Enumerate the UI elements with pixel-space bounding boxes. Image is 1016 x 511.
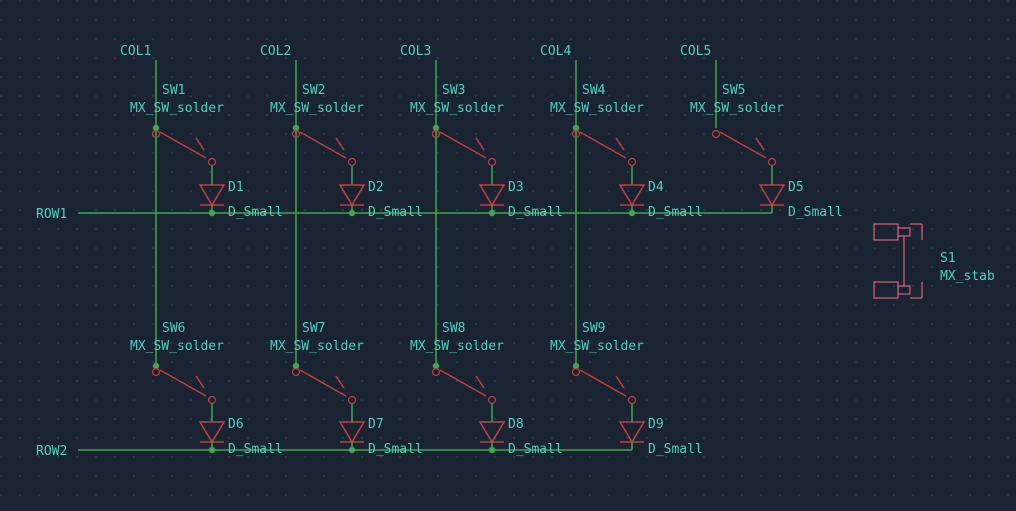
net-label-col2: COL2 bbox=[260, 44, 291, 59]
diode-value: D_Small bbox=[648, 205, 703, 220]
net-label-col3: COL3 bbox=[400, 44, 431, 59]
schematic-canvas[interactable]: SW1 MX_SW_solder D1 D_Small SW2 MX_SW_solder D… bbox=[0, 0, 1016, 511]
switch-ref: SW3 bbox=[442, 83, 465, 98]
net-label-row2: ROW2 bbox=[36, 444, 67, 459]
diode-ref: D3 bbox=[508, 180, 524, 195]
switch-value: MX_SW_solder bbox=[130, 101, 224, 116]
switch-ref: SW7 bbox=[302, 321, 325, 336]
net-label-col5: COL5 bbox=[680, 44, 711, 59]
diode-value: D_Small bbox=[368, 442, 423, 457]
diode-ref: D5 bbox=[788, 180, 804, 195]
switch-value: MX_SW_solder bbox=[410, 101, 504, 116]
diode-ref: D6 bbox=[228, 417, 244, 432]
switch-ref: SW4 bbox=[582, 83, 606, 98]
diode-value: D_Small bbox=[228, 442, 283, 457]
diode-value: D_Small bbox=[508, 442, 563, 457]
switch-value: MX_SW_solder bbox=[550, 339, 644, 354]
diode-value: D_Small bbox=[228, 205, 283, 220]
net-label-row1: ROW1 bbox=[36, 207, 67, 222]
diode-ref: D2 bbox=[368, 180, 384, 195]
diode-ref: D9 bbox=[648, 417, 664, 432]
switch-ref: SW2 bbox=[302, 83, 325, 98]
switch-value: MX_SW_solder bbox=[550, 101, 644, 116]
stab-value: MX_stab bbox=[940, 269, 995, 284]
diode-value: D_Small bbox=[648, 442, 703, 457]
switch-ref: SW8 bbox=[442, 321, 465, 336]
diode-value: D_Small bbox=[368, 205, 423, 220]
diode-ref: D8 bbox=[508, 417, 524, 432]
switch-value: MX_SW_solder bbox=[410, 339, 504, 354]
switch-ref: SW5 bbox=[722, 83, 745, 98]
switch-ref: SW6 bbox=[162, 321, 185, 336]
switch-value: MX_SW_solder bbox=[270, 339, 364, 354]
diode-value: D_Small bbox=[788, 205, 843, 220]
diode-ref: D4 bbox=[648, 180, 664, 195]
net-label-col1: COL1 bbox=[120, 44, 151, 59]
switch-value: MX_SW_solder bbox=[690, 101, 784, 116]
switch-ref: SW1 bbox=[162, 83, 185, 98]
switch-value: MX_SW_solder bbox=[270, 101, 364, 116]
diode-ref: D7 bbox=[368, 417, 384, 432]
switch-value: MX_SW_solder bbox=[130, 339, 224, 354]
diode-ref: D1 bbox=[228, 180, 244, 195]
stab-ref: S1 bbox=[940, 251, 956, 266]
diode-value: D_Small bbox=[508, 205, 563, 220]
switch-ref: SW9 bbox=[582, 321, 605, 336]
net-label-col4: COL4 bbox=[540, 44, 571, 59]
